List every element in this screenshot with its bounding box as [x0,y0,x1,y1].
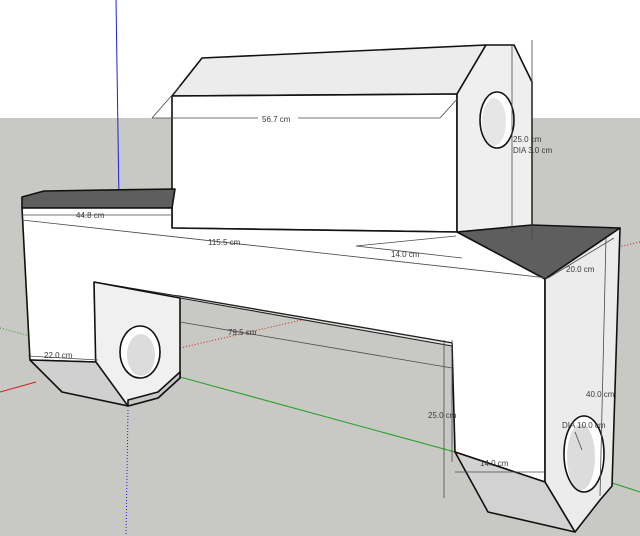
dim-shaft-hole[interactable]: DIA 3.0 cm [513,146,552,155]
dim-leg-height[interactable]: 25.0 cm [428,411,457,420]
dim-body-height[interactable]: 40.0 cm [586,390,615,399]
shaft-hole-inner [482,98,506,146]
dim-shaft-height[interactable]: 25.0 cm [513,135,542,144]
dim-total-length[interactable]: 115.5 cm [208,238,241,247]
dim-inner-span[interactable]: 79.5 cm [228,328,257,337]
dim-body-depth[interactable]: 20.0 cm [566,265,595,274]
model-viewport[interactable]: 56.7 cm 25.0 cm DIA 3.0 cm 44.8 cm 115.5… [0,0,640,536]
dim-shaft-depth[interactable]: 14.0 cm [391,250,420,259]
dim-right-hole[interactable]: DIA 10.0 cm [562,421,606,430]
right-leg-hole-inner [567,424,595,490]
dim-left-foot[interactable]: 22.0 cm [44,351,73,360]
shaft-front-face[interactable] [171,93,458,233]
left-leg-hole-inner [127,334,155,376]
dim-top-length[interactable]: 56.7 cm [262,115,291,124]
dim-step-width[interactable]: 44.8 cm [76,211,105,220]
step-top-face[interactable] [21,188,176,209]
dim-foot-depth[interactable]: 14.0 cm [480,459,509,468]
3d-scene[interactable]: 56.7 cm 25.0 cm DIA 3.0 cm 44.8 cm 115.5… [0,0,640,536]
